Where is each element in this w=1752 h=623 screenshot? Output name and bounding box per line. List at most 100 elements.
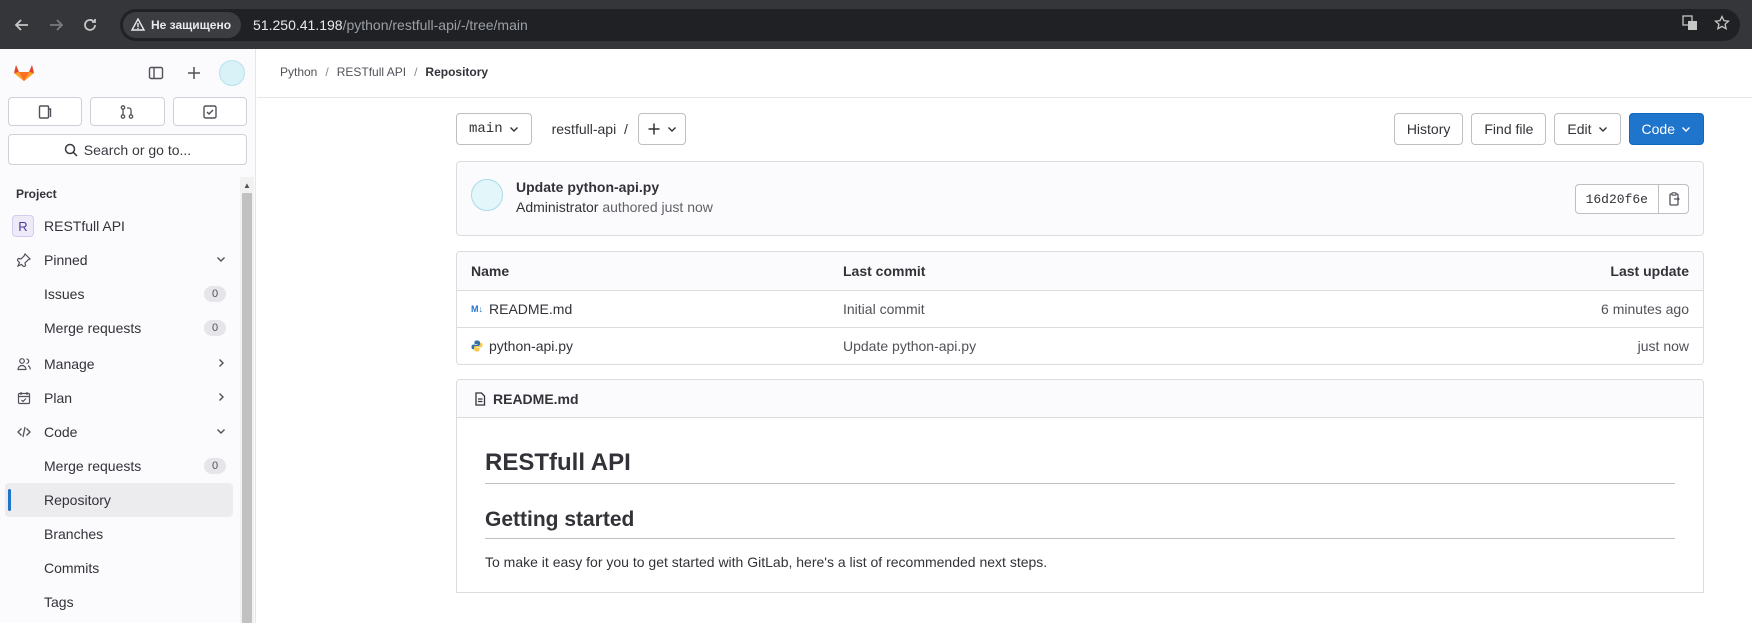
security-label: Не защищено	[151, 18, 232, 32]
commit-sha-group: 16d20f6e	[1574, 184, 1689, 214]
sidebar-item-pinned-merge-requests[interactable]: Merge requests 0	[0, 311, 240, 345]
sidebar-item-commits[interactable]: Commits	[0, 551, 240, 585]
column-header-last-commit: Last commit	[843, 263, 926, 279]
project-name: RESTfull API	[44, 218, 125, 234]
code-icon	[16, 424, 32, 440]
table-header-row: Name Last commit Last update	[457, 252, 1703, 290]
column-header-name: Name	[471, 263, 510, 279]
table-row[interactable]: M↓ README.md Initial commit 6 minutes ag…	[457, 290, 1703, 327]
header-divider	[257, 97, 1752, 98]
last-update-time: just now	[1637, 338, 1689, 354]
sidebar-item-project[interactable]: R RESTfull API	[0, 209, 240, 243]
warning-icon	[131, 18, 145, 31]
commit-authored-time: authored just now	[602, 199, 713, 215]
scroll-up-arrow-icon[interactable]: ▲	[243, 181, 251, 190]
history-button[interactable]: History	[1393, 113, 1464, 145]
readme-paragraph: To make it easy for you to get started w…	[485, 554, 1048, 570]
markdown-file-icon: M↓	[471, 304, 483, 314]
sidebar-scrollbar[interactable]: ▲	[240, 177, 254, 623]
calendar-icon	[16, 390, 32, 406]
merge-requests-button[interactable]	[90, 97, 165, 126]
breadcrumb-project-link[interactable]: RESTfull API	[337, 65, 406, 79]
search-button[interactable]: Search or go to...	[8, 134, 247, 165]
search-icon	[64, 143, 78, 157]
breadcrumb-separator: /	[325, 65, 329, 79]
plus-icon	[648, 123, 660, 135]
merge-requests-count-badge: 0	[204, 320, 226, 336]
file-name-link[interactable]: python-api.py	[489, 338, 573, 354]
sidebar-item-branches[interactable]: Branches	[0, 517, 240, 551]
copy-sha-button[interactable]	[1659, 184, 1689, 214]
url-text: 51.250.41.198/python/restfull-api/-/tree…	[253, 17, 528, 33]
security-indicator[interactable]: Не защищено	[123, 12, 242, 38]
commit-message-link[interactable]: Initial commit	[843, 301, 925, 317]
code-merge-requests-count-badge: 0	[204, 458, 226, 474]
find-file-button[interactable]: Find file	[1471, 113, 1547, 145]
sidebar-item-plan[interactable]: Plan	[0, 381, 240, 415]
bookmark-star-icon[interactable]	[1713, 14, 1731, 36]
translate-icon[interactable]	[1682, 15, 1698, 36]
repository-path[interactable]: restfull-api /	[552, 121, 628, 137]
chevron-down-icon	[1682, 127, 1690, 132]
readme-header: README.md	[457, 380, 1703, 418]
scrollbar-thumb[interactable]	[242, 193, 252, 623]
sidebar-item-pinned[interactable]: Pinned	[0, 243, 240, 277]
code-dropdown-button[interactable]: Code	[1628, 113, 1704, 145]
readme-body: RESTfull API Getting started To make it …	[457, 449, 1703, 570]
chevron-down-icon	[216, 425, 226, 439]
users-icon	[16, 356, 32, 372]
sidebar-item-code[interactable]: Code	[0, 415, 240, 449]
chevron-down-icon	[216, 253, 226, 267]
file-name-link[interactable]: README.md	[489, 301, 572, 317]
commit-title-link[interactable]: Update python-api.py	[516, 179, 659, 195]
sidebar: Search or go to... Project R RESTfull AP…	[0, 49, 256, 623]
add-to-tree-button[interactable]	[637, 113, 686, 145]
table-row[interactable]: python-api.py Update python-api.py just …	[457, 327, 1703, 364]
readme-heading-1: RESTfull API	[485, 449, 1675, 484]
search-label: Search or go to...	[83, 141, 192, 158]
sidebar-item-issues[interactable]: Issues 0	[0, 277, 240, 311]
sidebar-item-code-merge-requests[interactable]: Merge requests 0	[0, 449, 240, 483]
breadcrumb-group-link[interactable]: Python	[280, 65, 317, 79]
breadcrumb-separator: /	[414, 65, 418, 79]
commit-message-link[interactable]: Update python-api.py	[843, 338, 976, 354]
readme-filename-link[interactable]: README.md	[493, 391, 579, 407]
issues-icon	[38, 104, 52, 119]
sidebar-item-repository[interactable]: Repository	[5, 483, 233, 517]
sidebar-item-tags[interactable]: Tags	[0, 585, 240, 619]
gitlab-logo-icon[interactable]	[12, 60, 36, 87]
chevron-right-icon	[216, 357, 226, 371]
commit-author-link[interactable]: Administrator	[516, 199, 598, 215]
file-icon	[475, 391, 486, 406]
issues-count-badge: 0	[204, 286, 226, 302]
readme-heading-2: Getting started	[485, 508, 1675, 539]
pin-icon	[16, 252, 32, 268]
last-commit-panel: Update python-api.py Administrator autho…	[456, 161, 1704, 236]
chevron-down-icon	[1598, 127, 1607, 132]
chevron-down-icon	[509, 127, 518, 132]
copy-icon	[1668, 192, 1680, 206]
repository-content: main restfull-api / History Find file Ed…	[456, 113, 1704, 593]
breadcrumb: Python / RESTfull API / Repository	[280, 65, 488, 79]
python-file-icon	[471, 340, 483, 352]
commit-author-avatar[interactable]	[471, 179, 503, 211]
create-new-icon[interactable]	[181, 60, 207, 86]
sidebar-item-manage[interactable]: Manage	[0, 347, 240, 381]
chevron-down-icon	[667, 127, 676, 132]
collapse-sidebar-icon[interactable]	[143, 60, 169, 86]
user-avatar[interactable]	[219, 60, 245, 86]
file-tree-table: Name Last commit Last update M↓ README.m…	[456, 251, 1704, 365]
back-icon[interactable]	[10, 13, 34, 37]
merge-request-icon	[121, 104, 134, 119]
breadcrumb-current[interactable]: Repository	[425, 65, 488, 79]
address-bar[interactable]: Не защищено 51.250.41.198/python/restful…	[120, 9, 1740, 41]
forward-icon[interactable]	[44, 13, 68, 37]
project-section-heading: Project	[16, 187, 57, 201]
todo-list-button[interactable]	[172, 97, 247, 126]
assigned-issues-button[interactable]	[8, 97, 83, 126]
edit-dropdown-button[interactable]: Edit	[1554, 113, 1621, 145]
commit-sha[interactable]: 16d20f6e	[1574, 184, 1659, 214]
branch-selector[interactable]: main	[456, 113, 532, 145]
column-header-last-update: Last update	[1610, 263, 1689, 279]
reload-icon[interactable]	[78, 13, 102, 37]
